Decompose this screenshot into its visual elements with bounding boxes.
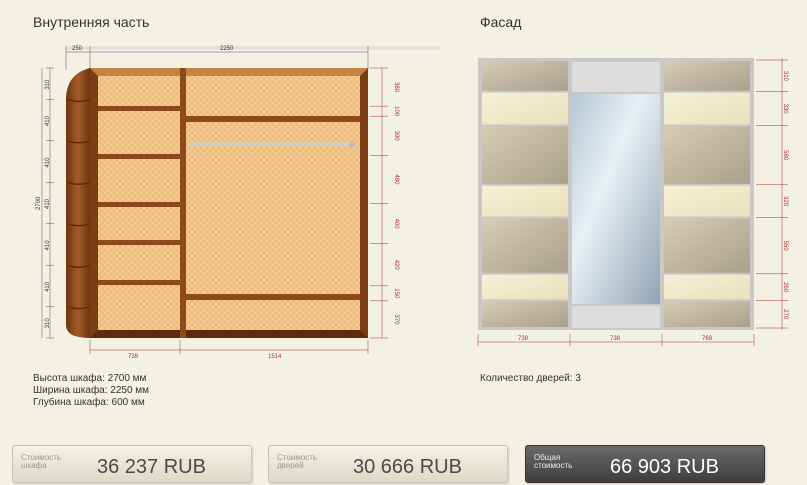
facade-panel-left (482, 301, 568, 327)
facade-dim-right-6: 270 (782, 309, 788, 320)
facade-panel-right (664, 126, 750, 184)
facade-dim-bottom-1: 738 (518, 336, 529, 342)
total-cost-label: Общая стоимость (534, 453, 573, 470)
dim-left-5: 410 (45, 281, 51, 292)
dim-left-6: 310 (45, 318, 51, 329)
doors-count: Количество дверей: 3 (480, 373, 581, 384)
facade-panel-right (664, 274, 750, 300)
inner-shelf (98, 202, 180, 207)
dim-left-0: 310 (45, 79, 51, 90)
facade-dim-right-5: 260 (782, 282, 788, 293)
facade-panel-left (482, 126, 568, 184)
dim-right-4: 400 (393, 219, 399, 230)
dim-right-7: 370 (393, 314, 399, 325)
dim-left-4: 410 (45, 240, 51, 251)
total-cost-value: 66 903 RUB (610, 456, 719, 478)
facade-dim-right-4: 550 (782, 241, 788, 252)
cabinet-specs: Высота шкафа: 2700 мм Ширина шкафа: 2250… (33, 373, 149, 409)
facade-dim-right-0: 310 (782, 71, 788, 82)
doors-cost-label: Стоимость дверей (277, 453, 318, 470)
facade-panel-right (664, 185, 750, 217)
dim-top-side: 250 (72, 46, 83, 52)
dim-right-3: 480 (393, 174, 399, 185)
doors-cost-value: 30 666 RUB (353, 456, 462, 478)
facade-drawing: 310 330 580 320 550 260 270 738 738 769 (470, 50, 790, 350)
facade-panel-left (482, 185, 568, 217)
facade-panel-right (664, 61, 750, 91)
cabinet-cost-value: 36 237 RUB (97, 456, 206, 478)
spec-width: Ширина шкафа: 2250 мм (33, 385, 150, 396)
inner-section-title: Внутренняя часть (33, 14, 150, 30)
facade-dim-bottom-3: 769 (702, 336, 713, 342)
facade-dim-right-2: 580 (782, 150, 788, 161)
spec-depth: Глубина шкафа: 600 мм (33, 397, 145, 408)
dim-right-0: 380 (393, 82, 399, 93)
facade-panel-right (664, 92, 750, 125)
facade-section-title: Фасад (480, 14, 522, 30)
doors-cost-button[interactable]: Стоимость дверей 30 666 RUB (268, 445, 508, 483)
dim-right-6: 150 (393, 288, 399, 299)
inner-cabinet-drawing: 250 2250 2700 310 410 410 410 410 410 310 380 1… (30, 40, 440, 360)
dim-bottom-right: 1514 (268, 354, 282, 360)
dim-right-5: 420 (393, 260, 399, 271)
facade-panel-right (664, 301, 750, 327)
spec-height: Высота шкафа: 2700 мм (33, 373, 147, 384)
total-cost-button[interactable]: Общая стоимость 66 903 RUB (525, 445, 765, 483)
inner-shelf (98, 154, 180, 159)
facade-dim-right-3: 320 (782, 196, 788, 207)
inner-shelf (98, 280, 180, 285)
facade-panel-left (482, 61, 568, 91)
dim-right-2: 390 (393, 131, 399, 142)
facade-panel-left (482, 274, 568, 300)
dim-left-2: 410 (45, 157, 51, 168)
dim-left-1: 410 (45, 115, 51, 126)
cost-bar: Стоимость шкафа 36 237 RUB Стоимость две… (0, 441, 807, 485)
dim-right-1: 100 (393, 106, 399, 117)
cabinet-cost-label: Стоимость шкафа (21, 453, 62, 470)
facade-dim-bottom-2: 738 (610, 336, 621, 342)
inner-shelf (98, 240, 180, 245)
dim-left-3: 410 (45, 198, 51, 209)
facade-panel-left (482, 92, 568, 125)
cabinet-cost-button[interactable]: Стоимость шкафа 36 237 RUB (12, 445, 252, 483)
facade-panel-left (482, 218, 568, 273)
inner-shelf (98, 106, 180, 111)
dim-left-total: 2700 (36, 196, 42, 210)
dim-bottom-left: 738 (128, 354, 139, 360)
facade-panel-right (664, 218, 750, 273)
facade-dim-right-1: 330 (782, 104, 788, 115)
dim-top-main: 2250 (220, 46, 234, 52)
